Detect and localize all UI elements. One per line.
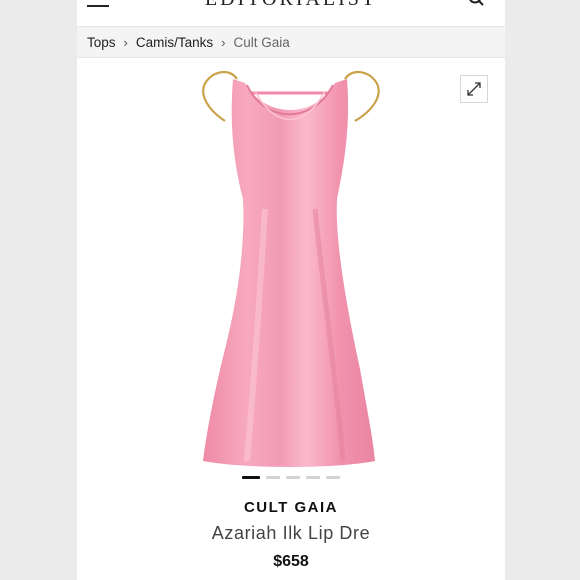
product-brand[interactable]: CULT GAIA (77, 499, 505, 516)
hamburger-menu-icon[interactable] (87, 0, 109, 8)
carousel-dot[interactable] (266, 476, 280, 479)
carousel-dot[interactable] (306, 476, 320, 479)
site-logo[interactable]: EDITORIALIST (203, 0, 379, 10)
product-image-carousel[interactable] (77, 59, 505, 469)
search-icon[interactable] (468, 0, 484, 6)
carousel-indicator (77, 476, 505, 480)
breadcrumb-item-cult-gaia: Cult Gaia (233, 34, 290, 50)
breadcrumb-item-tops[interactable]: Tops (87, 35, 116, 50)
product-price: $658 (273, 553, 309, 570)
expand-icon (467, 82, 481, 96)
chevron-right-icon: › (123, 34, 128, 50)
chevron-right-icon: › (221, 34, 226, 50)
carousel-dot[interactable] (286, 476, 300, 479)
expand-image-button[interactable] (460, 75, 488, 103)
product-page: EDITORIALIST Tops › Camis/Tanks › Cult G… (77, 0, 505, 580)
breadcrumb-item-camis-tanks[interactable]: Camis/Tanks (136, 35, 213, 50)
product-name: Azariah Ilk Lip Dre (211, 523, 371, 543)
carousel-dot[interactable] (242, 476, 260, 479)
carousel-dot[interactable] (326, 476, 340, 479)
breadcrumb: Tops › Camis/Tanks › Cult Gaia (77, 26, 505, 58)
product-image (202, 70, 380, 467)
site-header: EDITORIALIST (77, 0, 505, 26)
